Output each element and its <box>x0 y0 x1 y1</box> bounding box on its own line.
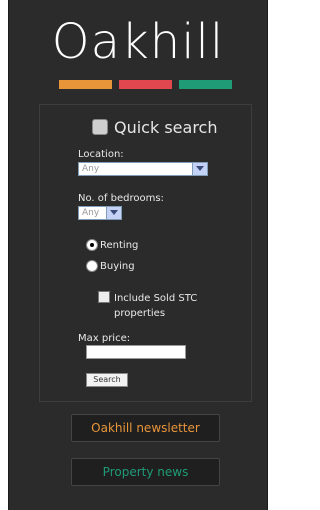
radio-buying[interactable]: Buying <box>86 260 135 272</box>
location-select-value: Any <box>82 164 100 174</box>
radio-renting-icon[interactable] <box>86 239 98 251</box>
logo-bar-red <box>119 80 172 89</box>
radio-renting-label: Renting <box>100 239 139 251</box>
bedrooms-select-value: Any <box>82 208 100 218</box>
radio-buying-label: Buying <box>100 260 135 272</box>
bedrooms-label: No. of bedrooms: <box>78 193 164 204</box>
logo-bar-orange <box>59 80 112 89</box>
quick-search-panel: Quick search Location: Any No. of bedroo… <box>39 104 252 402</box>
quick-search-toggle-icon[interactable] <box>92 119 108 135</box>
quick-search-header: Quick search <box>92 117 217 137</box>
bedrooms-select[interactable]: Any <box>78 206 122 220</box>
property-news-button[interactable]: Property news <box>71 458 220 486</box>
search-button[interactable]: Search <box>86 373 128 387</box>
quick-search-title: Quick search <box>114 117 218 137</box>
include-sold-checkbox[interactable] <box>98 291 110 303</box>
logo-bar-green <box>179 80 232 89</box>
chevron-down-icon[interactable] <box>106 207 121 219</box>
oakhill-logo: Oakhill <box>51 14 225 70</box>
newsletter-button[interactable]: Oakhill newsletter <box>71 414 220 442</box>
max-price-input[interactable] <box>86 345 186 359</box>
radio-buying-icon[interactable] <box>86 260 98 272</box>
chevron-down-icon[interactable] <box>192 163 207 175</box>
location-label: Location: <box>78 149 124 160</box>
max-price-label: Max price: <box>78 333 131 344</box>
radio-renting[interactable]: Renting <box>86 239 138 251</box>
sidebar-panel: Oakhill Quick search Location: Any No. o… <box>8 0 268 510</box>
location-select[interactable]: Any <box>78 162 208 176</box>
include-sold-label: Include Sold STC properties <box>114 293 198 319</box>
